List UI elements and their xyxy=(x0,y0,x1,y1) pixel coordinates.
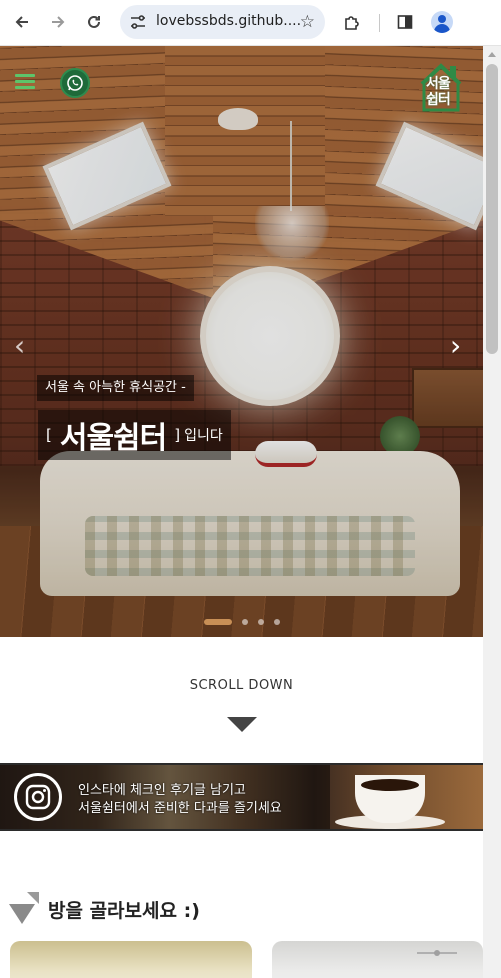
headline-close-bracket: ] xyxy=(174,426,181,444)
ceiling-fan-icon xyxy=(417,950,457,956)
site-settings-icon[interactable] xyxy=(130,14,146,30)
hero-shade xyxy=(0,46,483,637)
headline-open-bracket: [ xyxy=(46,426,52,444)
reload-icon[interactable] xyxy=(79,7,109,37)
back-arrow-icon[interactable] xyxy=(7,7,37,37)
instagram-banner-line-1: 인스타에 체크인 후기글 남기고 xyxy=(78,783,246,798)
scroll-down-arrow-icon[interactable] xyxy=(227,717,257,732)
instagram-banner-line-2: 서울쉼터에서 준비한 다과를 즐기세요 xyxy=(78,801,282,816)
banner-photo-coffee-cup xyxy=(355,775,425,823)
headline-main: 서울쉼터 xyxy=(59,421,167,456)
slider-dots xyxy=(204,618,280,626)
hero-headline: [ 서울쉼터 ] 입니다 xyxy=(38,410,231,460)
scroll-down-label[interactable]: SCROLL DOWN xyxy=(0,678,483,693)
instagram-banner[interactable]: 인스타에 체크인 후기글 남기고 서울쉼터에서 준비한 다과를 즐기세요 xyxy=(0,763,483,831)
page-content: 서울쉽터 ‹ › 서울 속 아늑한 휴식공간 - [ 서울쉼터 ] 입니다 SC… xyxy=(0,46,483,978)
scrollbar-thumb[interactable] xyxy=(486,64,498,354)
site-logo[interactable]: 서울쉽터 xyxy=(418,62,464,112)
hamburger-menu-icon[interactable] xyxy=(15,74,35,90)
room-card-1[interactable] xyxy=(10,941,252,978)
hero-slider: 서울쉽터 ‹ › 서울 속 아늑한 휴식공간 - [ 서울쉼터 ] 입니다 xyxy=(0,46,483,637)
triangle-heading-icon xyxy=(9,892,39,924)
browser-toolbar: lovebssbds.github.... ☆ xyxy=(0,0,501,46)
instagram-icon[interactable] xyxy=(14,773,62,821)
slider-prev-arrow-icon[interactable]: ‹ xyxy=(14,329,25,362)
slider-next-arrow-icon[interactable]: › xyxy=(450,329,461,362)
slider-dot-2[interactable] xyxy=(242,619,248,625)
extensions-icon[interactable] xyxy=(337,7,367,37)
side-panel-icon[interactable] xyxy=(390,7,420,37)
profile-avatar-icon[interactable] xyxy=(431,11,453,33)
slider-dot-1[interactable] xyxy=(204,619,232,625)
address-bar[interactable]: lovebssbds.github.... ☆ xyxy=(120,5,325,39)
forward-arrow-icon[interactable] xyxy=(43,7,73,37)
room-card-2[interactable] xyxy=(272,941,483,978)
logo-text: 서울쉽터 xyxy=(426,76,451,108)
bookmark-star-icon[interactable]: ☆ xyxy=(300,12,315,32)
toolbar-divider xyxy=(379,14,380,32)
slider-dot-3[interactable] xyxy=(258,619,264,625)
hero-tagline: 서울 속 아늑한 휴식공간 - xyxy=(37,375,194,401)
slider-dot-4[interactable] xyxy=(274,619,280,625)
whatsapp-icon[interactable] xyxy=(60,68,90,98)
scroll-up-arrow-icon[interactable] xyxy=(488,52,496,57)
page-scrollbar[interactable] xyxy=(483,46,501,978)
headline-suffix: 입니다 xyxy=(184,428,223,444)
url-text: lovebssbds.github.... xyxy=(156,13,302,29)
room-section-title: 방을 골라보세요 :) xyxy=(48,900,200,922)
